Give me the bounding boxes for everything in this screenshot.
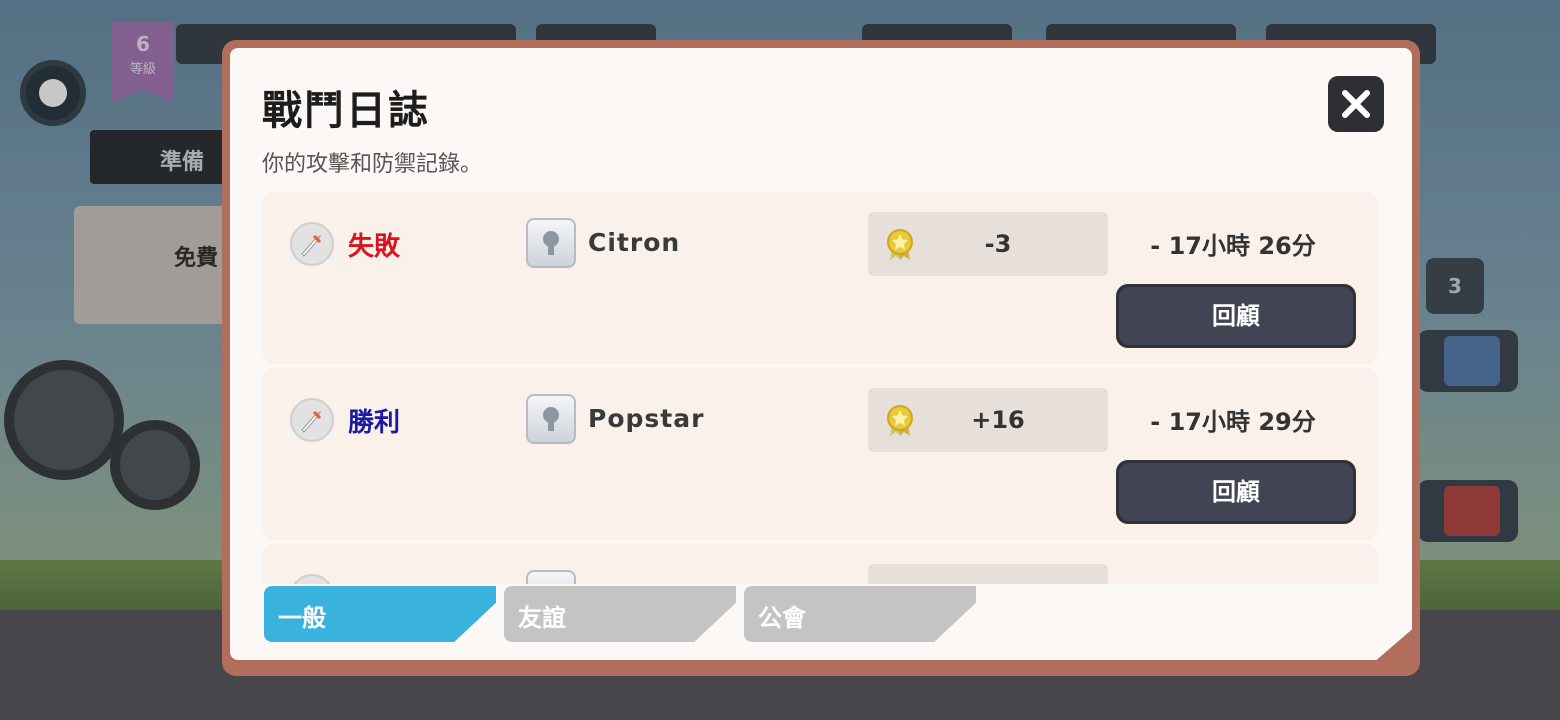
battle-log-dialog: 戰鬥日誌 你的攻擊和防禦記錄。 失敗 Citron -3 - 17小時 26分 … bbox=[230, 48, 1412, 660]
tab-bar: 一般 友誼 公會 bbox=[264, 586, 984, 642]
tab-friendly[interactable]: 友誼 bbox=[504, 586, 736, 642]
review-button[interactable]: 回顧 bbox=[1116, 284, 1356, 348]
close-button[interactable] bbox=[1328, 76, 1384, 132]
trophy-medal-icon bbox=[887, 229, 913, 260]
battle-result: 失敗 bbox=[348, 232, 401, 262]
dialog-title: 戰鬥日誌 bbox=[262, 88, 430, 134]
player-avatar bbox=[526, 570, 576, 584]
dialog-subtitle: 你的攻擊和防禦記錄。 bbox=[262, 152, 483, 177]
tab-guild[interactable]: 公會 bbox=[744, 586, 976, 642]
battle-row: 勝利 Popstar +16 - 17小時 29分 回顧 bbox=[262, 368, 1378, 540]
review-button-label: 回顧 bbox=[1119, 287, 1353, 345]
battle-time: - 17小時 29分 bbox=[1150, 408, 1316, 436]
battle-list[interactable]: 失敗 Citron -3 - 17小時 26分 回顧 勝利 Popstar +1… bbox=[262, 192, 1378, 584]
review-button[interactable]: 回顧 bbox=[1116, 460, 1356, 524]
battle-time: - 17小時 26分 bbox=[1150, 232, 1316, 260]
trophy-delta: +16 bbox=[971, 406, 1025, 434]
trophy-delta: -3 bbox=[984, 230, 1012, 258]
player-avatar bbox=[526, 218, 576, 268]
trophy-change: -3 bbox=[868, 212, 1108, 276]
tab-label: 公會 bbox=[758, 604, 806, 632]
attack-icon bbox=[290, 222, 334, 266]
battle-row bbox=[262, 544, 1378, 584]
attack-icon bbox=[290, 574, 334, 584]
tab-label: 一般 bbox=[278, 604, 326, 632]
battle-row: 失敗 Citron -3 - 17小時 26分 回顧 bbox=[262, 192, 1378, 364]
tab-label: 友誼 bbox=[518, 604, 566, 632]
trophy-medal-icon bbox=[887, 405, 913, 436]
close-icon bbox=[1342, 90, 1370, 118]
player-avatar bbox=[526, 394, 576, 444]
trophy-change: +16 bbox=[868, 388, 1108, 452]
attack-icon bbox=[290, 398, 334, 442]
review-button-label: 回顧 bbox=[1119, 463, 1353, 521]
opponent-name: Citron bbox=[588, 228, 681, 257]
trophy-change bbox=[868, 564, 1108, 584]
tab-general[interactable]: 一般 bbox=[264, 586, 496, 642]
opponent-name: Popstar bbox=[588, 404, 705, 433]
battle-result: 勝利 bbox=[348, 408, 401, 438]
